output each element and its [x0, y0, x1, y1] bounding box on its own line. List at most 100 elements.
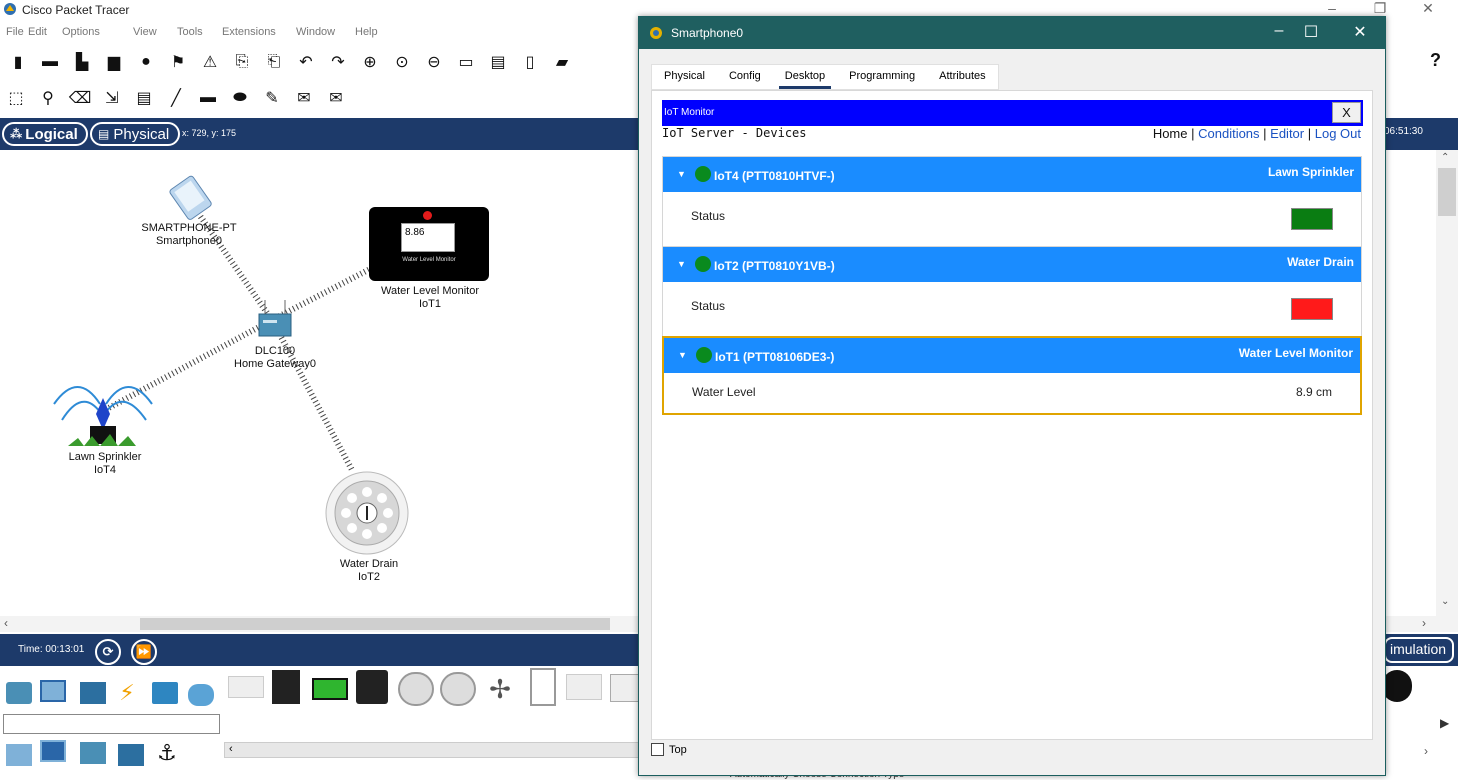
add-complex-pdu-icon[interactable]: ✉: [326, 88, 346, 108]
window-maximize-icon[interactable]: ☐: [1299, 22, 1323, 42]
appliance-icon[interactable]: [228, 676, 264, 698]
zoom-out-icon[interactable]: ⊖: [424, 52, 444, 72]
inspect-icon[interactable]: ⚲: [38, 88, 58, 108]
nav-editor-link[interactable]: Editor: [1270, 126, 1304, 141]
zoom-reset-icon[interactable]: ⊙: [392, 52, 412, 72]
home-category-icon[interactable]: [40, 740, 66, 762]
network-devices-icon[interactable]: [6, 682, 32, 704]
drawing-palette-icon[interactable]: ▭: [456, 52, 476, 72]
new-file-icon[interactable]: ▮: [8, 52, 28, 72]
smart-city-icon[interactable]: [80, 742, 106, 764]
redo-icon[interactable]: ↷: [328, 52, 348, 72]
note-icon[interactable]: ▤: [134, 88, 154, 108]
window-icon[interactable]: [566, 674, 602, 700]
select-icon[interactable]: ⬚: [6, 88, 26, 108]
rectangle-icon[interactable]: ▬: [198, 88, 218, 108]
iot-device-header[interactable]: ▼ IoT4 (PTT0810HTVF-) Lawn Sprinkler: [663, 157, 1361, 192]
print-icon[interactable]: ▆: [104, 52, 124, 72]
nav-home-link[interactable]: Home: [1153, 126, 1188, 141]
zoom-in-icon[interactable]: ⊕: [360, 52, 380, 72]
window-minimize-icon[interactable]: –: [1267, 22, 1291, 40]
close-icon[interactable]: ✕: [1418, 0, 1438, 17]
meter-icon[interactable]: [398, 672, 434, 706]
canvas-vertical-scrollbar[interactable]: ⌃ ⌄: [1436, 150, 1458, 616]
menu-file[interactable]: File: [6, 26, 24, 38]
restore-icon[interactable]: ❐: [1370, 0, 1390, 17]
ceiling-fan-icon[interactable]: ✢: [480, 674, 520, 704]
menu-view[interactable]: View: [133, 26, 157, 38]
line-icon[interactable]: ╱: [166, 88, 186, 108]
palette-scroll-right-icon[interactable]: ›: [1424, 744, 1428, 758]
lawn-sprinkler-device-icon[interactable]: [48, 374, 158, 450]
ellipse-icon[interactable]: ⬬: [230, 88, 250, 108]
paste-icon[interactable]: ⎗: [264, 52, 284, 72]
custom-devices-icon[interactable]: ▤: [488, 52, 508, 72]
activity-wizard-icon[interactable]: ⚑: [168, 52, 188, 72]
menu-options[interactable]: Options: [62, 26, 100, 38]
nav-conditions-link[interactable]: Conditions: [1198, 126, 1259, 141]
add-simple-pdu-icon[interactable]: ✉: [294, 88, 314, 108]
scroll-right-icon[interactable]: ›: [1422, 616, 1426, 630]
water-level-monitor-device[interactable]: 8.86 Water Level Monitor: [369, 207, 489, 281]
status-toggle[interactable]: [1291, 208, 1333, 230]
menu-edit[interactable]: Edit: [28, 26, 47, 38]
expand-triangle-icon[interactable]: ▼: [678, 350, 687, 360]
top-checkbox-row[interactable]: Top: [651, 743, 687, 756]
logical-tab[interactable]: ⁂ Logical: [2, 122, 88, 146]
speaker-icon[interactable]: [356, 670, 388, 704]
delete-icon[interactable]: ⌫: [69, 88, 92, 108]
save-icon[interactable]: ▙: [72, 52, 92, 72]
door-icon[interactable]: [530, 668, 556, 706]
resize-icon[interactable]: ⇲: [102, 88, 122, 108]
power-grid-icon[interactable]: ⚓: [154, 740, 180, 765]
expand-triangle-icon[interactable]: ▼: [677, 169, 686, 179]
coffee-maker-icon[interactable]: [272, 670, 300, 704]
scroll-down-icon[interactable]: ⌄: [1441, 596, 1449, 607]
pc-category-icon[interactable]: [6, 744, 32, 766]
tab-physical[interactable]: Physical: [652, 65, 717, 89]
tab-programming[interactable]: Programming: [837, 65, 927, 89]
connections-icon[interactable]: ⚡: [114, 680, 140, 705]
iot-monitor-close-button[interactable]: X: [1332, 102, 1361, 123]
palette-scroll-left-icon[interactable]: ‹: [229, 743, 233, 755]
palette-scrollbar[interactable]: ‹: [224, 742, 644, 758]
tab-attributes[interactable]: Attributes: [927, 65, 997, 89]
top-checkbox[interactable]: [651, 743, 664, 756]
help-button[interactable]: ?: [1430, 50, 1441, 71]
scroll-up-icon[interactable]: ⌃: [1441, 152, 1449, 163]
menu-window[interactable]: Window: [296, 26, 335, 38]
menu-extensions[interactable]: Extensions: [222, 26, 276, 38]
horizontal-scroll-thumb[interactable]: [140, 618, 610, 630]
device-search-field[interactable]: [3, 714, 220, 734]
nav-logout-link[interactable]: Log Out: [1315, 126, 1361, 141]
tab-desktop[interactable]: Desktop: [773, 65, 837, 89]
battery-icon[interactable]: [312, 678, 348, 700]
device-template-icon[interactable]: ▰: [552, 52, 572, 72]
meter-2-icon[interactable]: [440, 672, 476, 706]
smartphone-device-icon[interactable]: [162, 174, 218, 220]
water-drain-device-icon[interactable]: [324, 470, 410, 556]
fast-forward-icon[interactable]: ⏩: [131, 639, 157, 665]
open-folder-icon[interactable]: ▬: [40, 52, 60, 72]
minimize-icon[interactable]: –: [1322, 0, 1342, 16]
status-toggle[interactable]: [1291, 298, 1333, 320]
vertical-scroll-thumb[interactable]: [1438, 168, 1456, 216]
home-gateway-device-icon[interactable]: [255, 298, 295, 340]
power-cycle-icon[interactable]: ⟳: [95, 639, 121, 665]
webcam-icon[interactable]: [1382, 670, 1412, 702]
menu-help[interactable]: Help: [355, 26, 378, 38]
scroll-left-icon[interactable]: ‹: [4, 616, 8, 630]
window-close-icon[interactable]: ✕: [1348, 22, 1372, 42]
physical-tab[interactable]: ▤ Physical: [90, 122, 180, 146]
notes-icon[interactable]: ▯: [520, 52, 540, 72]
tab-config[interactable]: Config: [717, 65, 773, 89]
undo-icon[interactable]: ↶: [296, 52, 316, 72]
components-icon[interactable]: [80, 682, 106, 704]
expand-triangle-icon[interactable]: ▼: [677, 259, 686, 269]
iot-device-header[interactable]: ▼ IoT2 (PTT0810Y1VB-) Water Drain: [663, 247, 1361, 282]
copy-icon[interactable]: ⎘: [232, 52, 252, 72]
multiuser-icon[interactable]: [188, 684, 214, 706]
simulation-mode-tab[interactable]: imulation: [1384, 637, 1455, 663]
palette-expand-icon[interactable]: ▶: [1440, 716, 1449, 730]
end-devices-icon[interactable]: [40, 680, 66, 702]
